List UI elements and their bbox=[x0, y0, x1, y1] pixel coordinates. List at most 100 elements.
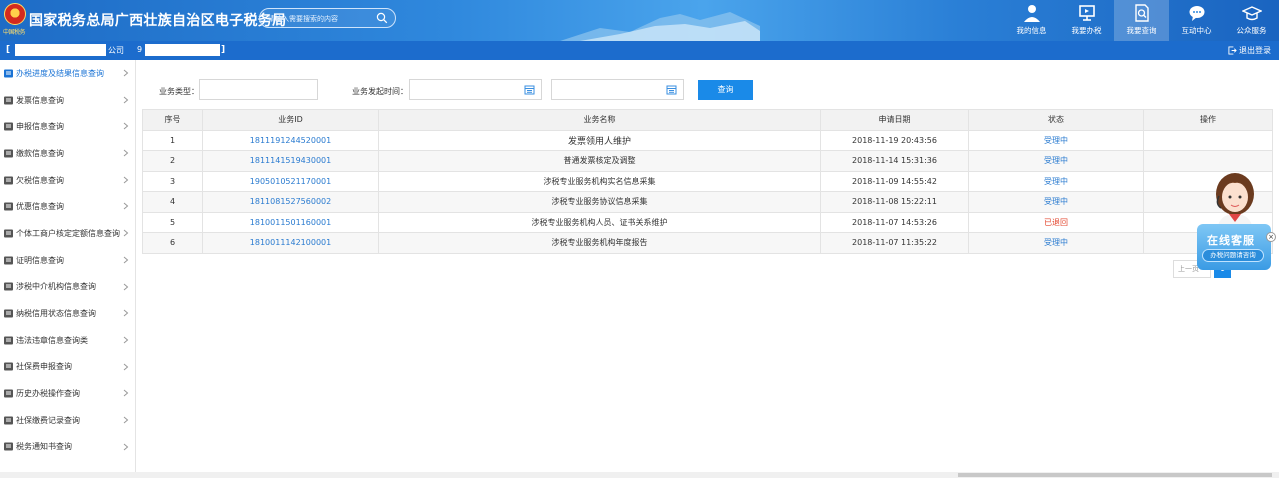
horizontal-scrollbar-thumb[interactable] bbox=[958, 473, 1272, 477]
sidebar-item-6[interactable]: 个体工商户核定定额信息查询 bbox=[0, 220, 135, 247]
account-name-redacted bbox=[15, 44, 106, 56]
business-id-link[interactable]: 1905010521170001 bbox=[202, 170, 379, 192]
business-id-link[interactable]: 1810011142100001 bbox=[202, 232, 379, 254]
sidebar-item-14[interactable]: 税务通知书查询 bbox=[0, 434, 135, 461]
logout-icon bbox=[1228, 46, 1237, 55]
main-content: 业务类型： 业务发起时间： 查询 序号 业务ID 业务名称 申请日期 状态 操作… bbox=[137, 60, 1279, 478]
payment-icon bbox=[4, 149, 13, 158]
sidebar-item-label: 涉税中介机构信息查询 bbox=[16, 282, 96, 292]
business-id-link[interactable]: 1811191244520001 bbox=[202, 129, 379, 151]
user-icon bbox=[1023, 5, 1040, 22]
business-id-link[interactable]: 1811081527560002 bbox=[202, 191, 379, 213]
logout-label: 退出登录 bbox=[1239, 46, 1271, 55]
cell-no: 4 bbox=[142, 191, 203, 213]
cell-business-name: 发票领用人维护 bbox=[378, 129, 821, 151]
cell-no: 3 bbox=[142, 170, 203, 192]
close-service-widget-button[interactable]: × bbox=[1266, 232, 1276, 242]
certificate-icon bbox=[4, 256, 13, 265]
column-header-business-name: 业务名称 bbox=[378, 109, 821, 131]
sidebar: 办税进度及结果信息查询发票信息查询申报信息查询缴款信息查询 欠税信息查询优惠信息查… bbox=[0, 60, 136, 478]
table-row: 1 1811191244520001 发票领用人维护 2018-11-19 20:43… bbox=[142, 129, 1273, 151]
sidebar-item-label: 优惠信息查询 bbox=[16, 202, 64, 212]
history-icon bbox=[4, 389, 13, 398]
nav-tax-handling[interactable]: 我要办税 bbox=[1059, 0, 1114, 41]
nav-my-info[interactable]: 我的信息 bbox=[1004, 0, 1059, 41]
sidebar-item-12[interactable]: 历史办税操作查询 bbox=[0, 380, 135, 407]
column-header-apply-date: 申请日期 bbox=[820, 109, 969, 131]
nav-public-service[interactable]: 公众服务 bbox=[1224, 0, 1279, 41]
table-row: 6 1810011142100001 涉税专业服务机构年度报告 2018-11-07 … bbox=[142, 232, 1273, 254]
search-doc-icon bbox=[1134, 4, 1149, 22]
end-date-input[interactable] bbox=[551, 79, 684, 100]
account-bar: [ 公司 9 ] 退出登录 bbox=[0, 41, 1279, 60]
calendar-icon[interactable] bbox=[666, 84, 677, 95]
sidebar-item-2[interactable]: 申报信息查询 bbox=[0, 113, 135, 140]
business-id-link[interactable]: 1810011501160001 bbox=[202, 211, 379, 233]
sidebar-item-label: 社保费申报查询 bbox=[16, 362, 72, 372]
start-time-label: 业务发起时间： bbox=[352, 87, 408, 96]
header-search[interactable] bbox=[259, 8, 396, 28]
online-service-title: 在线客服 bbox=[1207, 234, 1255, 247]
sidebar-item-label: 社保缴费记录查询 bbox=[16, 415, 80, 425]
column-header-status: 状态 bbox=[968, 109, 1144, 131]
column-header-no: 序号 bbox=[142, 109, 203, 131]
nav-interaction-center[interactable]: 互动中心 bbox=[1169, 0, 1224, 41]
sidebar-item-5[interactable]: 优惠信息查询 bbox=[0, 193, 135, 220]
chevron-right-icon bbox=[123, 96, 129, 104]
tax-emblem-logo bbox=[4, 3, 26, 25]
business-type-input[interactable] bbox=[199, 79, 318, 100]
table-row: 4 1811081527560002 涉税专业服务协议信息采集 2018-11-08 … bbox=[142, 191, 1273, 213]
chevron-right-icon bbox=[123, 443, 129, 451]
online-service-subtitle[interactable]: 办税问题请咨询 bbox=[1202, 249, 1264, 262]
status-link[interactable]: 受理中 bbox=[968, 170, 1144, 192]
status-link[interactable]: 受理中 bbox=[968, 129, 1144, 151]
search-icon[interactable] bbox=[376, 12, 388, 24]
chevron-right-icon bbox=[123, 283, 129, 290]
cell-operation bbox=[1143, 129, 1273, 151]
query-button[interactable]: 查询 bbox=[698, 80, 753, 100]
status-link[interactable]: 已退回 bbox=[968, 211, 1144, 233]
account-bracket-right: ] bbox=[221, 45, 226, 55]
discount-icon bbox=[4, 202, 13, 211]
status-link[interactable]: 受理中 bbox=[968, 191, 1144, 213]
business-id-link[interactable]: 1811141519430001 bbox=[202, 150, 379, 172]
site-title: 国家税务总局广西壮族自治区电子税务局 bbox=[29, 13, 287, 29]
account-name-suffix: 公司 bbox=[108, 46, 124, 55]
cell-business-name: 涉税专业服务机构年度报告 bbox=[378, 232, 821, 254]
cell-apply-date: 2018-11-07 11:35:22 bbox=[820, 232, 969, 254]
online-service-card[interactable]: 在线客服 办税问题请咨询 bbox=[1197, 224, 1271, 270]
start-date-input[interactable] bbox=[409, 79, 542, 100]
search-input[interactable] bbox=[268, 12, 373, 25]
sidebar-item-10[interactable]: 违法违章信息查询类 bbox=[0, 327, 135, 354]
column-header-business-id: 业务ID bbox=[202, 109, 379, 131]
sidebar-item-13[interactable]: 社保缴费记录查询 bbox=[0, 407, 135, 434]
sidebar-item-label: 办税进度及结果信息查询 bbox=[16, 68, 104, 78]
nav-label: 我的信息 bbox=[1016, 26, 1047, 35]
sidebar-item-7[interactable]: 证明信息查询 bbox=[0, 247, 135, 274]
sidebar-item-0[interactable]: 办税进度及结果信息查询 bbox=[0, 60, 135, 87]
service-agent-avatar bbox=[1216, 173, 1254, 230]
nav-query[interactable]: 我要查询 bbox=[1114, 0, 1169, 41]
declare-icon bbox=[4, 122, 13, 131]
nav-label: 我要办税 bbox=[1071, 26, 1102, 35]
chevron-right-icon bbox=[123, 122, 129, 130]
chevron-right-icon bbox=[123, 69, 129, 77]
sidebar-item-3[interactable]: 缴款信息查询 bbox=[0, 140, 135, 167]
business-type-label: 业务类型： bbox=[159, 87, 199, 96]
table-row: 5 1810011501160001 涉税专业服务机构人员、证书关系维护 2018-1… bbox=[142, 211, 1273, 233]
credit-icon bbox=[4, 309, 13, 318]
sidebar-item-4[interactable]: 欠税信息查询 bbox=[0, 167, 135, 194]
sidebar-item-8[interactable]: 涉税中介机构信息查询 bbox=[0, 274, 135, 301]
sidebar-item-9[interactable]: 纳税信用状态信息查询 bbox=[0, 300, 135, 327]
status-link[interactable]: 受理中 bbox=[968, 150, 1144, 172]
logout-button[interactable]: 退出登录 bbox=[1228, 45, 1271, 56]
sidebar-item-label: 申报信息查询 bbox=[16, 122, 64, 132]
progress-icon bbox=[4, 69, 13, 78]
calendar-icon[interactable] bbox=[524, 84, 535, 95]
chevron-right-icon bbox=[123, 203, 129, 210]
merchant-icon bbox=[4, 229, 13, 238]
online-service-widget[interactable]: 在线客服 办税问题请咨询 × bbox=[1197, 170, 1279, 280]
sidebar-item-11[interactable]: 社保费申报查询 bbox=[0, 354, 135, 381]
sidebar-item-1[interactable]: 发票信息查询 bbox=[0, 87, 135, 114]
status-link[interactable]: 受理中 bbox=[968, 232, 1144, 254]
